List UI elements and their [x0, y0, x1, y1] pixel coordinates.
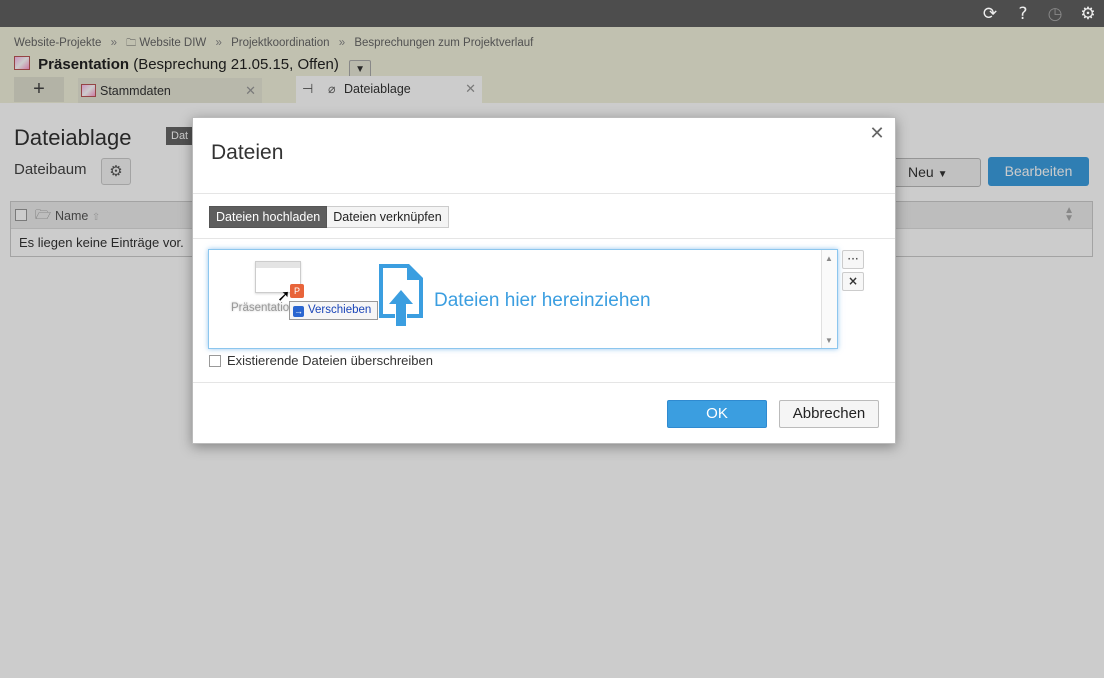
powerpoint-icon: P: [290, 284, 304, 298]
timer-icon[interactable]: ◷: [1044, 3, 1066, 25]
dropzone-hint: Dateien hier hereinziehen: [434, 290, 651, 311]
arrow-right-icon: →: [293, 306, 304, 317]
files-dialog: Dateien ✕ Dateien hochladen Dateien verkn…: [192, 117, 896, 444]
close-icon[interactable]: ✕: [867, 124, 887, 144]
sync-icon[interactable]: ⟳: [979, 3, 1001, 25]
more-options-button[interactable]: ···: [842, 250, 864, 269]
overwrite-checkbox[interactable]: [209, 355, 221, 367]
help-icon[interactable]: ?: [1012, 3, 1034, 25]
clear-button[interactable]: ×: [842, 272, 864, 291]
dialog-title: Dateien: [211, 141, 284, 164]
scroll-up-icon[interactable]: ▲: [825, 254, 833, 263]
scroll-down-icon[interactable]: ▼: [825, 336, 833, 345]
segment-upload[interactable]: Dateien hochladen: [209, 206, 328, 228]
ok-button[interactable]: OK: [667, 400, 767, 428]
drag-action-tooltip: → Verschieben: [289, 301, 379, 320]
overwrite-label[interactable]: Existierende Dateien überschreiben: [227, 353, 433, 368]
drag-action-label: Verschieben: [308, 304, 372, 316]
mode-switch: Dateien hochladen Dateien verknüpfen: [209, 206, 449, 228]
divider: [193, 238, 895, 239]
top-toolbar: ⟳ ? ◷ ⚙: [0, 0, 1104, 27]
file-dropzone[interactable]: P Präsentation ➚ → Verschieben Dateien hi…: [208, 249, 838, 349]
file-upload-icon: [379, 264, 423, 326]
gear-icon[interactable]: ⚙: [1077, 3, 1099, 25]
segment-link[interactable]: Dateien verknüpfen: [327, 206, 449, 228]
divider: [193, 193, 895, 194]
divider: [193, 382, 895, 383]
cancel-button[interactable]: Abbrechen: [779, 400, 879, 428]
dropzone-scrollbar[interactable]: ▲ ▼: [821, 250, 837, 348]
